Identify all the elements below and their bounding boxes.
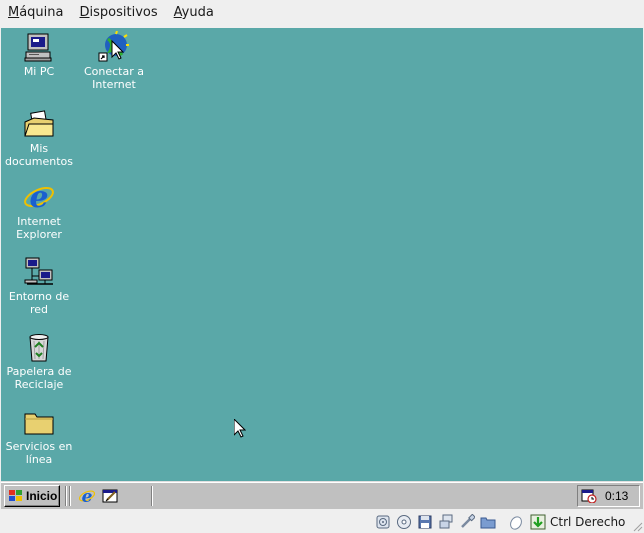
optical-drive-icon[interactable] <box>396 514 412 530</box>
mouse-cursor-icon <box>234 419 246 438</box>
host-statusbar: Ctrl Derecho <box>0 510 644 533</box>
host-menubar: Máquina Dispositivos Ayuda <box>0 0 644 26</box>
desktop-icon-label: Mi PC <box>23 65 55 78</box>
taskbar-clock[interactable]: 0:13 <box>605 489 628 503</box>
show-desktop-icon[interactable] <box>101 487 119 505</box>
taskbar-separator <box>65 486 67 506</box>
folder-icon <box>24 413 54 435</box>
start-button-label: Inicio <box>26 489 58 503</box>
desktop-icon-recycle-bin[interactable]: Papelera de Reciclaje <box>1 331 77 391</box>
usb-icon[interactable] <box>459 514 475 530</box>
desktop-icon-label: Entorno de red <box>8 290 70 316</box>
shared-folders-icon[interactable] <box>480 514 496 530</box>
desktop-icon-internet-explorer[interactable]: e Internet Explorer <box>1 181 77 241</box>
start-button[interactable]: Inicio <box>4 485 60 507</box>
hard-disk-icon[interactable] <box>375 514 391 530</box>
internet-explorer-icon[interactable]: e <box>78 487 96 505</box>
network-icon[interactable] <box>438 514 454 530</box>
network-neighborhood-icon <box>24 257 53 285</box>
desktop-icon-label: Mis documentos <box>5 142 73 168</box>
taskbar-separator <box>151 486 153 506</box>
system-tray: 0:13 <box>577 485 640 507</box>
keyboard-capture-icon[interactable] <box>530 514 546 530</box>
desktop-icon-online-services[interactable]: Servicios en línea <box>1 406 77 466</box>
recycle-bin-icon <box>29 334 49 362</box>
svg-text:e: e <box>82 487 93 505</box>
mouse-integration-icon[interactable] <box>508 514 524 530</box>
resize-grip-icon[interactable] <box>631 520 643 532</box>
desktop-icon-my-documents[interactable]: Mis documentos <box>1 108 77 168</box>
menu-ayuda[interactable]: Ayuda <box>166 0 222 26</box>
guest-desktop[interactable]: Mi PC Conectar a Internet Mis documentos <box>1 28 643 509</box>
desktop-icon-connect-internet[interactable]: Conectar a Internet <box>76 31 152 91</box>
desktop-icon-my-computer[interactable]: Mi PC <box>1 31 77 78</box>
floppy-icon[interactable] <box>417 514 433 530</box>
connect-internet-icon <box>98 31 129 62</box>
desktop-icon-label: Papelera de Reciclaje <box>6 365 72 391</box>
my-computer-icon <box>24 33 52 62</box>
task-scheduler-icon[interactable] <box>581 489 597 503</box>
internet-explorer-icon: e <box>24 181 54 213</box>
taskbar: Inicio e 0:13 <box>1 481 643 509</box>
taskbar-separator <box>69 486 71 506</box>
desktop-icon-label: Internet Explorer <box>16 215 62 241</box>
host-key-label: Ctrl Derecho <box>550 515 626 529</box>
svg-text:e: e <box>29 181 48 213</box>
windows-logo-icon <box>9 490 22 501</box>
menu-dispositivos[interactable]: Dispositivos <box>72 0 166 26</box>
menu-maquina[interactable]: Máquina <box>0 0 72 26</box>
virtualbox-window: Máquina Dispositivos Ayuda Mi PC Conecta… <box>0 0 644 533</box>
desktop-icon-label: Conectar a Internet <box>83 65 144 91</box>
desktop-icon-network-neighborhood[interactable]: Entorno de red <box>1 256 77 316</box>
desktop-icon-label: Servicios en línea <box>5 440 73 466</box>
my-documents-icon <box>24 110 54 137</box>
